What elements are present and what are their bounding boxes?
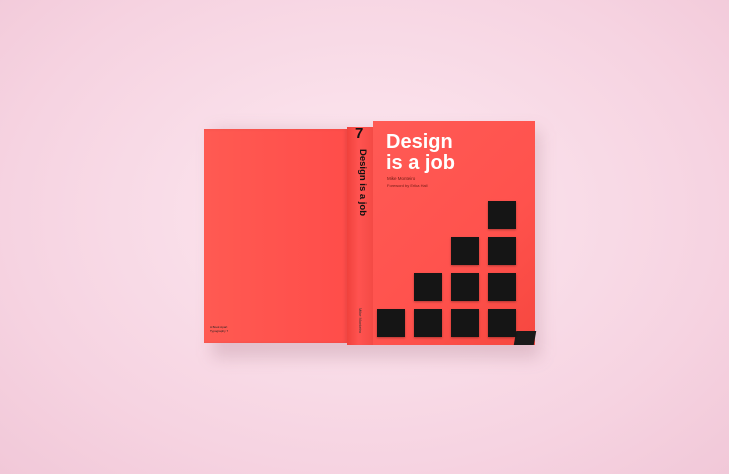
cover-square <box>488 237 516 265</box>
book-author: Mike Monteiro <box>387 176 416 181</box>
page-edge <box>513 331 537 345</box>
cover-square <box>377 309 405 337</box>
title-line1: Design <box>386 131 453 153</box>
cover-square <box>451 273 479 301</box>
back-cover: A Book Apart Typography 7 <box>204 129 347 343</box>
cover-square <box>451 309 479 337</box>
cover-square <box>488 273 516 301</box>
book-subtitle: Foreword by Erika Hall <box>387 183 428 188</box>
cover-square <box>451 237 479 265</box>
back-cover-text: A Book Apart Typography 7 <box>210 325 228 333</box>
cover-square <box>488 201 516 229</box>
book-title: Design is a job <box>386 132 455 174</box>
spine-author: Mike Monteiro <box>358 308 363 334</box>
cover-square <box>414 309 442 337</box>
title-line2: is a job <box>386 152 455 174</box>
spine-title: Design is a job <box>357 149 368 217</box>
back-text-line2: Typography 7 <box>210 329 229 333</box>
spine-number: 7 <box>355 125 364 142</box>
cover-square <box>488 309 516 337</box>
cover-square <box>414 273 442 301</box>
book: A Book Apart Typography 7 7 Design is a … <box>204 121 537 349</box>
